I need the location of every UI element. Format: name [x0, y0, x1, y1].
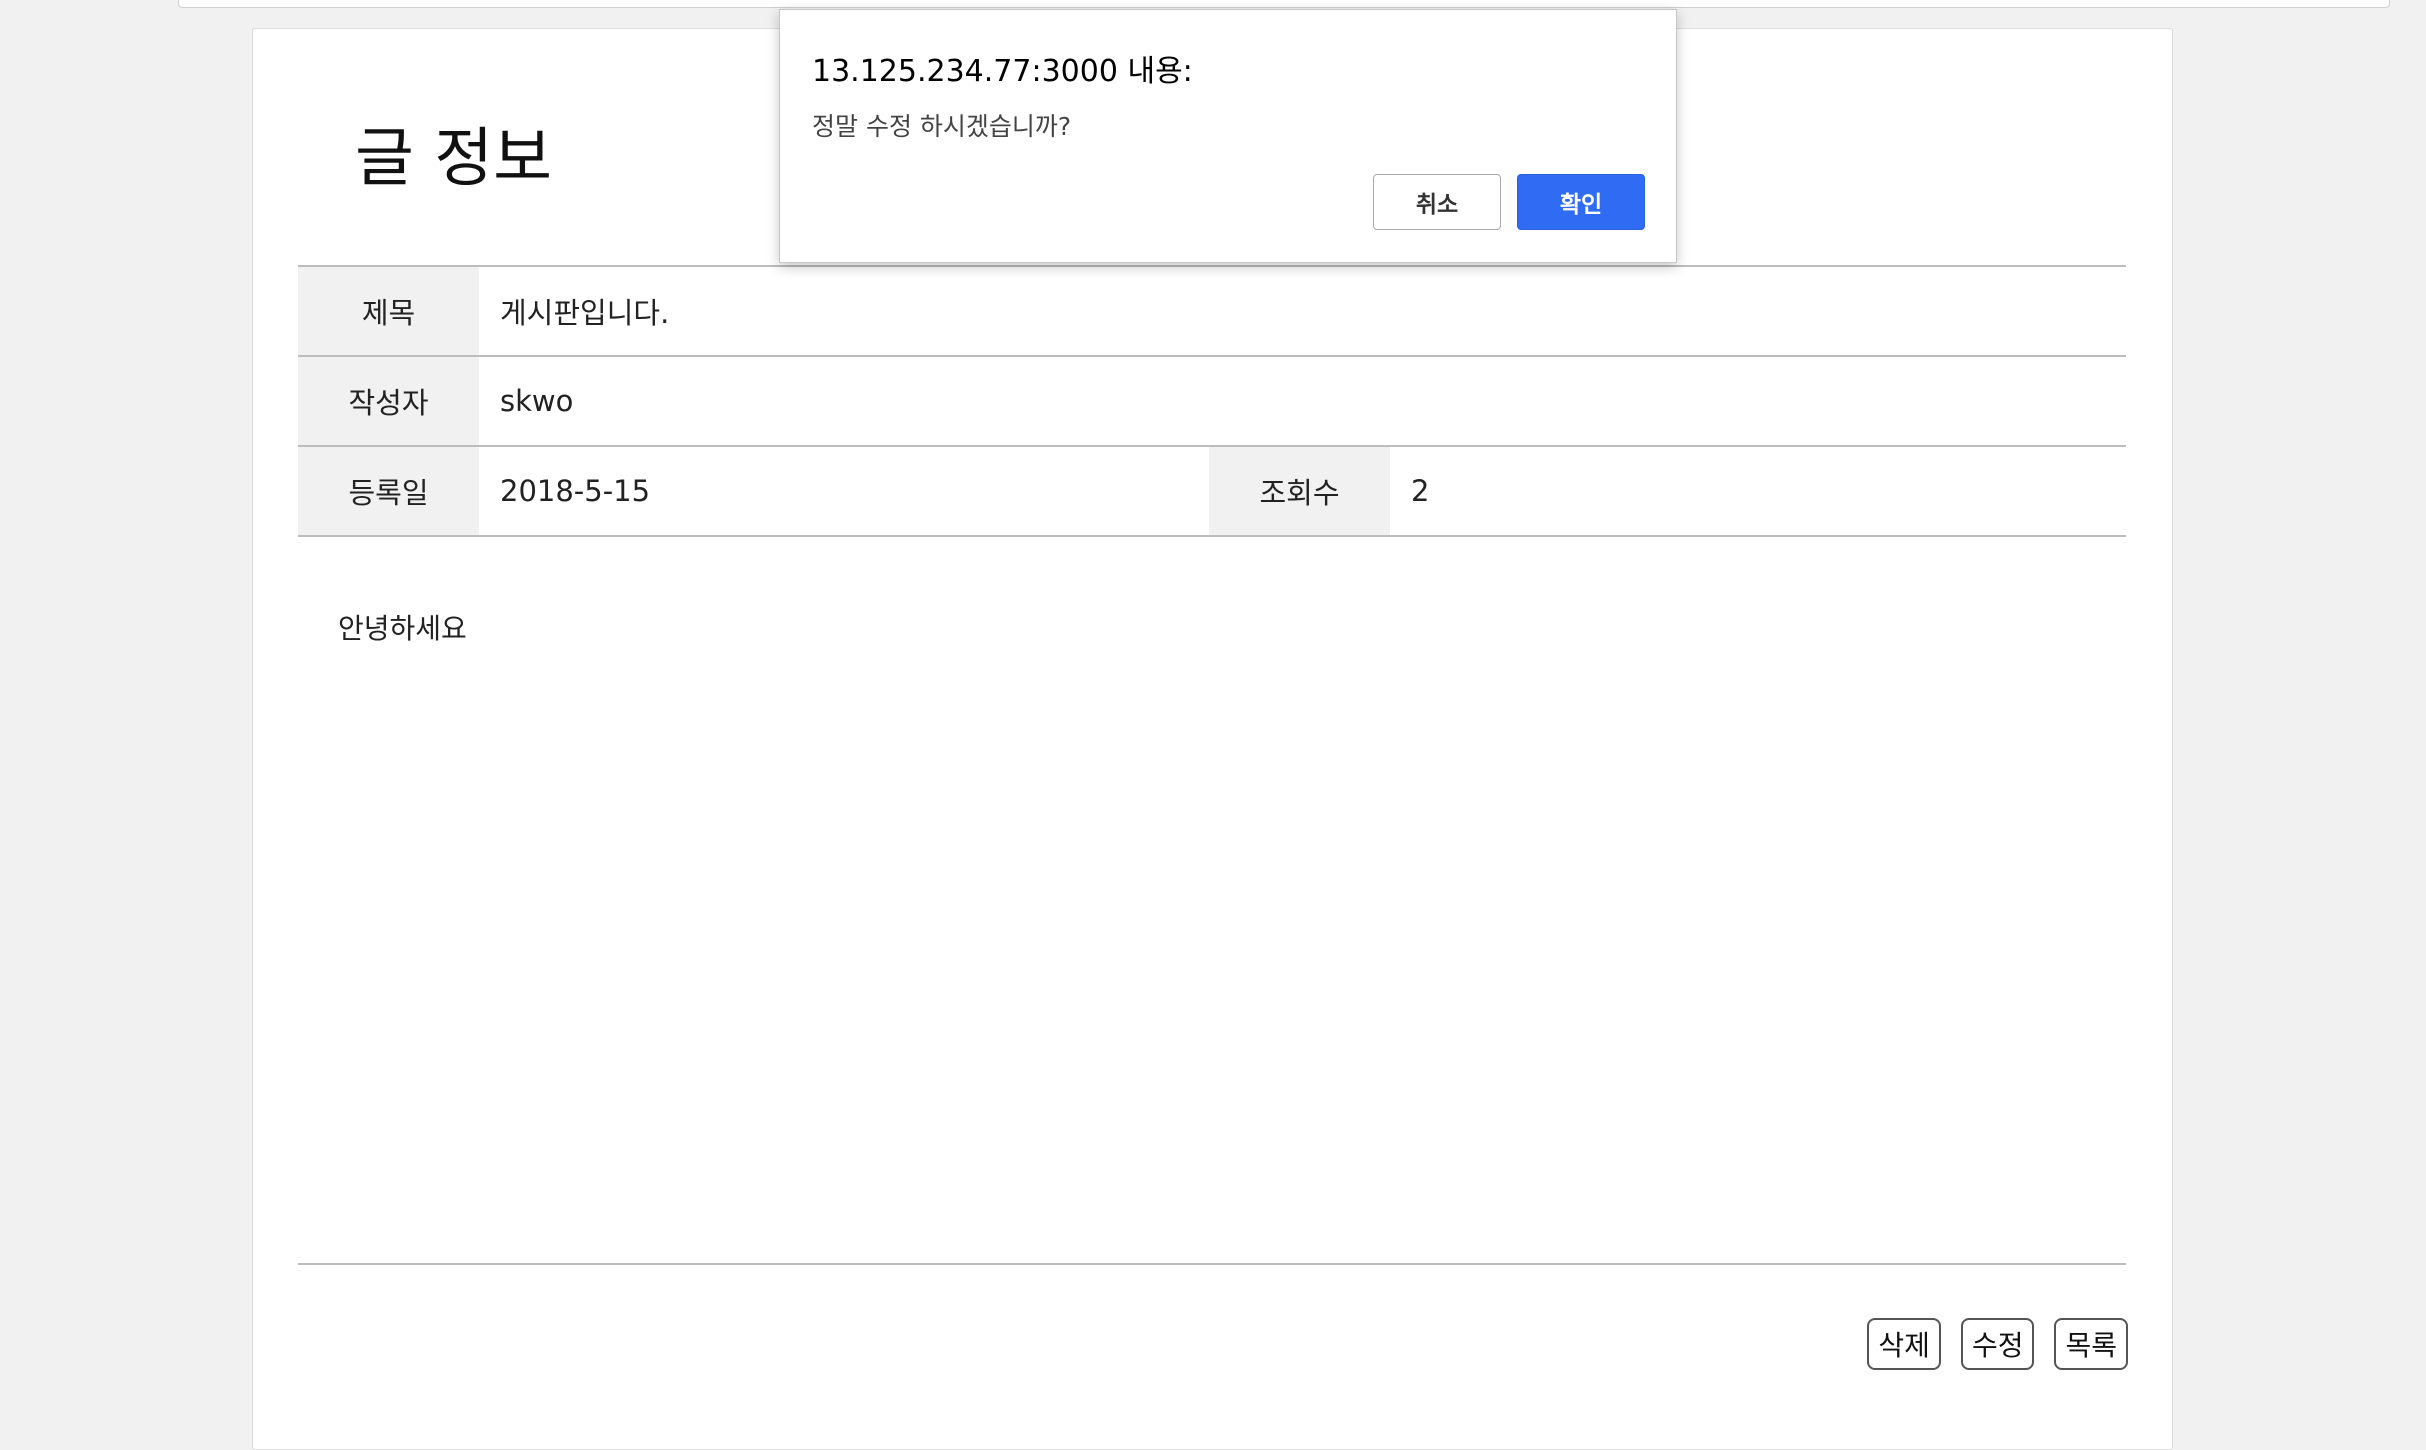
- delete-button[interactable]: 삭제: [1867, 1318, 1941, 1370]
- post-content: 안녕하세요: [338, 612, 467, 645]
- date-value: 2018-5-15: [500, 474, 651, 508]
- subject-label: 제목: [298, 267, 479, 355]
- views-label: 조회수: [1209, 447, 1390, 535]
- post-info-table: 제목 게시판입니다. 작성자 skwo 등록일 2018-5-15 조회수 2: [298, 265, 2126, 537]
- dialog-confirm-button[interactable]: 확인: [1517, 174, 1645, 230]
- dialog-title: 13.125.234.77:3000 내용:: [812, 54, 1193, 89]
- page-title: 글 정보: [355, 122, 552, 196]
- subject-value: 게시판입니다.: [500, 296, 670, 330]
- list-button[interactable]: 목록: [2054, 1318, 2128, 1370]
- views-value: 2: [1411, 474, 1430, 508]
- confirm-dialog: 13.125.234.77:3000 내용: 정말 수정 하시겠습니까? 취소 …: [779, 9, 1677, 263]
- browser-top-bar: [178, 0, 2390, 8]
- post-content-area: 안녕하세요: [298, 571, 2126, 1265]
- dialog-actions: 취소 확인: [1373, 174, 1645, 230]
- author-value: skwo: [500, 384, 574, 418]
- edit-button[interactable]: 수정: [1960, 1318, 2035, 1370]
- author-label: 작성자: [298, 357, 479, 445]
- dialog-cancel-button[interactable]: 취소: [1373, 174, 1501, 230]
- table-row-author: 작성자 skwo: [298, 357, 2126, 447]
- dialog-message: 정말 수정 하시겠습니까?: [812, 112, 1072, 141]
- table-row-subject: 제목 게시판입니다.: [298, 265, 2126, 357]
- date-label: 등록일: [298, 447, 479, 535]
- action-buttons: 삭제 수정 목록: [1867, 1318, 2128, 1370]
- table-row-date-views: 등록일 2018-5-15 조회수 2: [298, 447, 2126, 537]
